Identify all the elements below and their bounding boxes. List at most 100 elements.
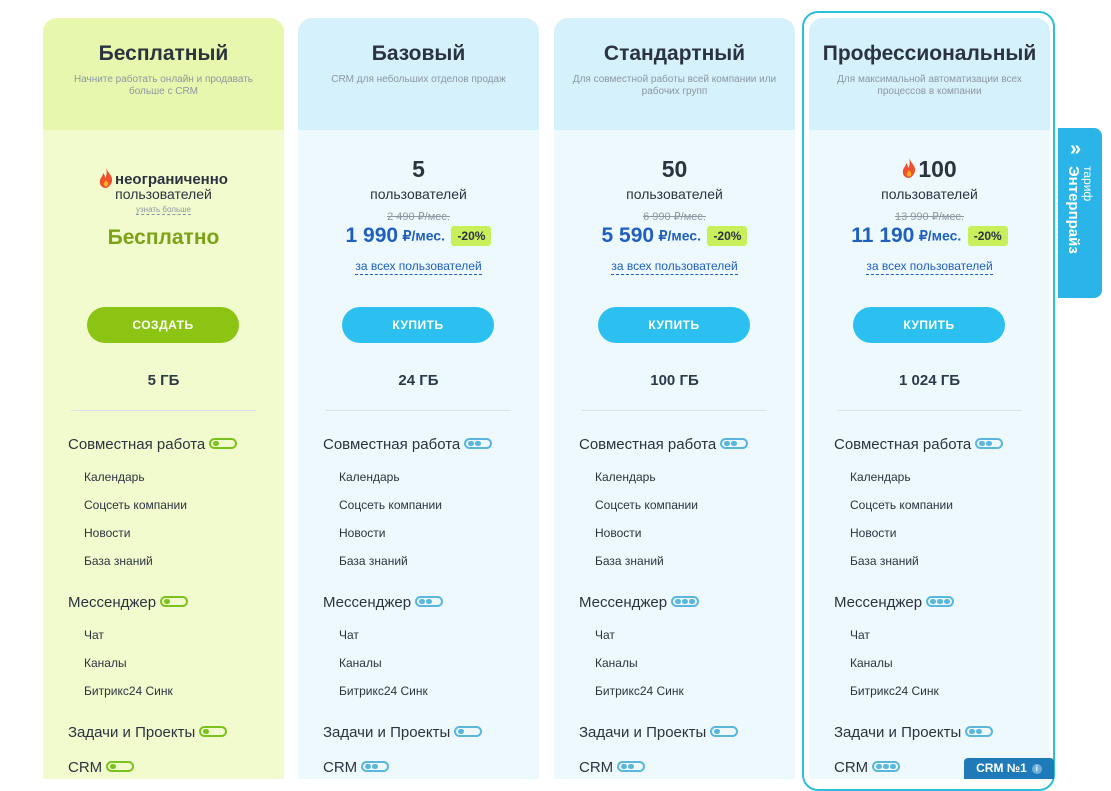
storage-amount: 5 ГБ (147, 372, 180, 389)
plan-header: Стандартный Для совместной работы всей к… (554, 18, 795, 130)
feature-heading-label: Задачи и Проекты (323, 724, 451, 741)
feature-item: Каналы (595, 656, 638, 670)
feature-heading-label: Совместная работа (834, 436, 972, 453)
level-toggle-icon (872, 760, 901, 772)
feature-collab[interactable]: Совместная работа (579, 436, 749, 453)
feature-tasks[interactable]: Задачи и Проекты (68, 724, 228, 741)
feature-item: Чат (339, 628, 359, 642)
feature-collab[interactable]: Совместная работа (323, 436, 493, 453)
double-chevron-right-icon: » (1070, 138, 1082, 160)
plan-price: 1 990 (345, 224, 399, 247)
feature-tasks[interactable]: Задачи и Проекты (834, 724, 994, 741)
user-count: 5 (412, 156, 425, 182)
feature-heading-label: Совместная работа (579, 436, 717, 453)
feature-messenger[interactable]: Мессенджер (834, 594, 955, 611)
feature-item: Битрикс24 Синк (595, 684, 684, 698)
plan-header: Бесплатный Начните работать онлайн и про… (43, 18, 284, 130)
plan-subtitle: CRM для небольших отделов продаж (331, 74, 506, 85)
feature-tasks[interactable]: Задачи и Проекты (579, 724, 739, 741)
level-toggle-icon (106, 760, 135, 772)
level-toggle-icon (975, 437, 1004, 449)
feature-messenger[interactable]: Мессенджер (68, 594, 189, 611)
feature-heading-label: Мессенджер (834, 594, 923, 611)
feature-item: База знаний (84, 554, 153, 568)
level-toggle-icon (926, 595, 955, 607)
feature-item: Соцсеть компании (339, 498, 442, 512)
level-toggle-icon (361, 760, 390, 772)
level-toggle-icon (454, 725, 483, 737)
feature-item: Новости (595, 526, 642, 540)
feature-item: Каналы (850, 656, 893, 670)
all-users-link[interactable]: за всех пользователей (298, 259, 539, 275)
feature-heading-label: Мессенджер (68, 594, 157, 611)
discount-badge: -20% (707, 226, 748, 246)
feature-heading-label: CRM (834, 759, 869, 776)
feature-heading-label: Задачи и Проекты (834, 724, 962, 741)
buy-button[interactable]: КУПИТЬ (598, 307, 750, 343)
plan-card-professional: Профессиональный Для максимальной автома… (809, 18, 1050, 779)
feature-heading-label: Совместная работа (323, 436, 461, 453)
divider (582, 410, 767, 411)
level-toggle-icon (710, 725, 739, 737)
feature-item: Битрикс24 Синк (850, 684, 939, 698)
plan-card-standard: Стандартный Для совместной работы всей к… (554, 18, 795, 779)
feature-item: Новости (84, 526, 131, 540)
feature-item: База знаний (339, 554, 408, 568)
feature-item: База знаний (850, 554, 919, 568)
all-users-link[interactable]: за всех пользователей (554, 259, 795, 275)
plan-price: 11 190 (851, 224, 915, 247)
level-toggle-icon (671, 595, 700, 607)
buy-button[interactable]: КУПИТЬ (853, 307, 1005, 343)
feature-crm[interactable]: CRM (323, 759, 390, 776)
users-label: пользователей (626, 186, 723, 202)
feature-tasks[interactable]: Задачи и Проекты (323, 724, 483, 741)
feature-item: Битрикс24 Синк (84, 684, 173, 698)
old-price: 6 990 ₽/мес. (643, 211, 706, 223)
feature-item: Календарь (595, 470, 656, 484)
plan-subtitle: Для максимальной автоматизации всех проц… (837, 74, 1022, 97)
plan-price: Бесплатно (107, 226, 220, 249)
feature-item: Календарь (84, 470, 145, 484)
price-line: 11 190 ₽/мес. -20% (809, 224, 1050, 248)
storage-amount: 1 024 ГБ (899, 372, 960, 389)
level-toggle-icon (720, 437, 749, 449)
level-toggle-icon (464, 437, 493, 449)
create-button[interactable]: СОЗДАТЬ (87, 307, 239, 343)
enterprise-tab[interactable]: » тариф Энтерпрайз (1058, 128, 1102, 298)
info-icon: i (1031, 763, 1042, 774)
divider (837, 410, 1022, 411)
feature-heading-label: Мессенджер (323, 594, 412, 611)
feature-item: Соцсеть компании (850, 498, 953, 512)
buy-button[interactable]: КУПИТЬ (342, 307, 494, 343)
feature-crm[interactable]: CRM (579, 759, 646, 776)
divider (326, 410, 511, 411)
feature-item: Чат (84, 628, 104, 642)
feature-messenger[interactable]: Мессенджер (323, 594, 444, 611)
users-label: пользователей (370, 186, 467, 202)
feature-crm[interactable]: CRM (834, 759, 901, 776)
feature-heading-label: Задачи и Проекты (68, 724, 196, 741)
feature-messenger[interactable]: Мессенджер (579, 594, 700, 611)
feature-crm[interactable]: CRM (68, 759, 135, 776)
feature-item: Каналы (339, 656, 382, 670)
price-period: ₽/мес. (658, 227, 701, 244)
discount-badge: -20% (967, 226, 1008, 246)
feature-collab[interactable]: Совместная работа (834, 436, 1004, 453)
feature-item: Чат (850, 628, 870, 642)
feature-item: Битрикс24 Синк (339, 684, 428, 698)
enterprise-tab-label: Энтерпрайз (1065, 166, 1082, 254)
all-users-link[interactable]: за всех пользователей (809, 259, 1050, 275)
feature-item: Новости (339, 526, 386, 540)
crm-badge[interactable]: CRM №1 i (964, 758, 1054, 779)
price-line: 5 590 ₽/мес. -20% (554, 224, 795, 248)
level-toggle-icon (415, 595, 444, 607)
feature-item: База знаний (595, 554, 664, 568)
plan-title: Бесплатный (98, 42, 229, 65)
feature-item: Календарь (339, 470, 400, 484)
plan-subtitle: Для совместной работы всей компании или … (572, 74, 777, 97)
feature-collab[interactable]: Совместная работа (68, 436, 238, 453)
users-label: пользователей (881, 186, 978, 202)
feature-heading-label: Мессенджер (579, 594, 668, 611)
feature-item: Новости (850, 526, 897, 540)
learn-more-link[interactable]: узнать больше (43, 205, 284, 215)
